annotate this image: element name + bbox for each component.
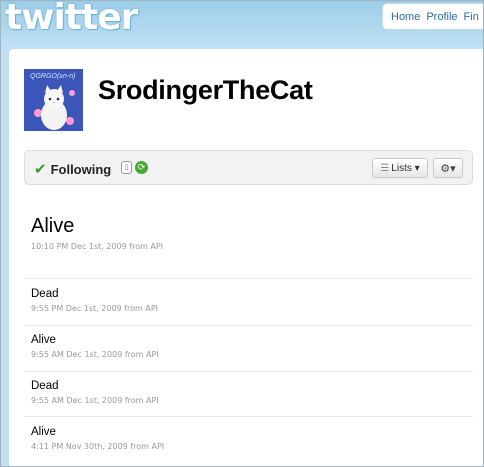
tweet-meta[interactable]: 9:55 AM Dec 1st, 2009 from API: [31, 350, 159, 359]
list-icon: ☰: [380, 162, 390, 174]
divider: [24, 371, 473, 372]
tweet-item: Dead 9:55 PM Dec 1st, 2009 from API: [31, 288, 158, 313]
avatar-caption: QGRGO(≥n-n): [30, 73, 76, 80]
tweet-text: Alive: [31, 334, 56, 346]
tweet-meta[interactable]: 4:11 PM Nov 30th, 2009 from API: [31, 442, 164, 451]
latest-tweet: Alive 10:10 PM Dec 1st, 2009 from API: [31, 215, 163, 251]
avatar[interactable]: QGRGO(≥n-n): [24, 69, 83, 131]
screen-name: SrodingerTheCat: [98, 75, 313, 105]
profile-content: QGRGO(≥n-n) SrodingerTheCat ✔ Following: [9, 49, 483, 466]
gear-icon: ⚙▾: [440, 162, 456, 175]
header-band: twitter Home Profile Fin: [1, 1, 483, 49]
browser-frame: twitter Home Profile Fin QGRGO(≥n-n) Sro…: [0, 0, 484, 467]
tweet-meta[interactable]: 10:10 PM Dec 1st, 2009 from API: [31, 242, 163, 251]
tweet-text: Dead: [31, 288, 59, 300]
divider: [24, 325, 473, 326]
cat-photo-icon: [34, 85, 75, 130]
retweet-toggle-icon[interactable]: ⟳: [135, 161, 148, 174]
tweet-meta[interactable]: 9:55 AM Dec 1st, 2009 from API: [31, 396, 159, 405]
lists-button[interactable]: ☰ Lists ▾: [372, 158, 428, 178]
tweet-text: Dead: [31, 380, 59, 392]
following-label: Following: [50, 161, 112, 177]
lists-label: Lists ▾: [391, 162, 420, 174]
divider: [24, 278, 473, 279]
top-nav: Home Profile Fin: [382, 3, 483, 30]
device-updates-icon[interactable]: ▯: [121, 161, 132, 174]
check-icon: ✔: [34, 161, 47, 178]
device-icons: ▯ ⟳: [121, 161, 148, 174]
tweet-text: Alive: [31, 426, 56, 438]
twitter-logo[interactable]: twitter: [5, 1, 138, 38]
actions-gear-button[interactable]: ⚙▾: [433, 158, 463, 178]
tweet-item: Alive 9:55 AM Dec 1st, 2009 from API: [31, 334, 159, 359]
following-status: ✔ Following: [34, 160, 111, 178]
nav-home[interactable]: Home: [391, 11, 420, 23]
divider: [24, 416, 473, 417]
follow-bar: ✔ Following ▯ ⟳ ☰ Lists ▾ ⚙▾: [24, 150, 473, 185]
tweet-item: Alive 4:11 PM Nov 30th, 2009 from API: [31, 426, 164, 451]
nav-find[interactable]: Fin: [464, 11, 479, 23]
tweet-meta[interactable]: 9:55 PM Dec 1st, 2009 from API: [31, 304, 158, 313]
nav-profile[interactable]: Profile: [426, 11, 457, 23]
tweet-text: Alive: [31, 215, 75, 237]
tweet-item: Dead 9:55 AM Dec 1st, 2009 from API: [31, 380, 159, 405]
